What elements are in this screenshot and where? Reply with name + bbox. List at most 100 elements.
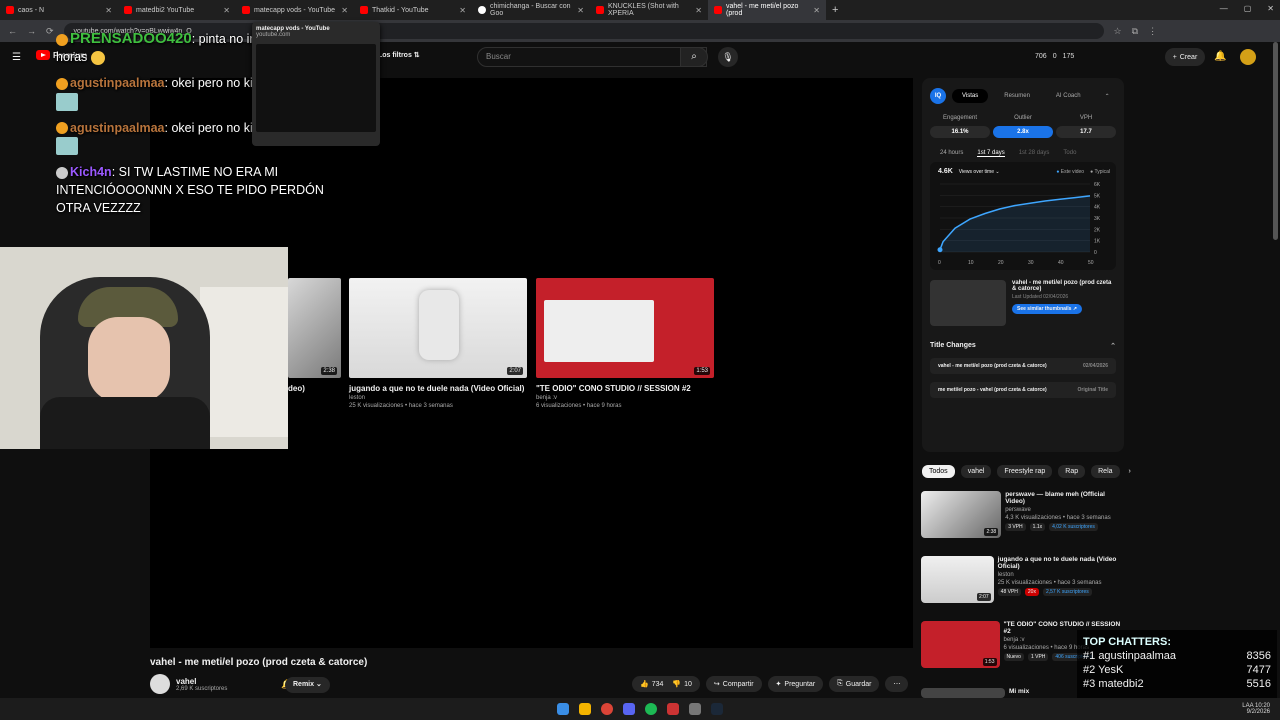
browser-tab-active[interactable]: vahel - me meti/el pozo (prod ✕ xyxy=(708,0,826,20)
metric-outlier: Outlier 2.8x xyxy=(993,115,1053,138)
more-actions-button[interactable]: ⋯ xyxy=(885,676,909,692)
tab-ai-coach[interactable]: AI Coach xyxy=(1046,89,1091,103)
browser-tab[interactable]: Thatkid - YouTube ✕ xyxy=(354,0,472,20)
page-scrollbar[interactable] xyxy=(1273,42,1278,240)
chatter-row: #2 YesK 7477 xyxy=(1083,664,1271,676)
chrome-icon[interactable] xyxy=(601,703,613,715)
sidebar-video[interactable]: 2:07 jugando a que no te duele nada (Vid… xyxy=(921,556,1121,603)
youtube-favicon-icon xyxy=(242,6,250,14)
title-change-row: vahel - me meti/el pozo (prod czeta & ca… xyxy=(930,358,1116,374)
close-tab-icon[interactable]: ✕ xyxy=(341,6,348,15)
hamburger-menu-icon[interactable]: ☰ xyxy=(12,52,21,63)
ask-button[interactable]: ✦ Preguntar xyxy=(767,676,824,692)
chart-xtick-label: 50 xyxy=(1088,260,1094,266)
browser-tab[interactable]: KNUCKLES (Shot with XPERIA ✕ xyxy=(590,0,708,20)
similar-thumbnails-button[interactable]: See similar thumbnails ↗ xyxy=(1012,304,1083,314)
video-title: vahel - me meti/el pozo (prod czeta & ca… xyxy=(150,657,368,668)
save-button[interactable]: ⎘ Guardar xyxy=(829,676,880,692)
extensions-icon[interactable]: ⧉ xyxy=(1132,26,1138,37)
discord-icon[interactable] xyxy=(623,703,635,715)
tab-resumen[interactable]: Resumen xyxy=(994,89,1040,103)
sidebar-video[interactable]: 2:38 perswave — blame meh (Official Vide… xyxy=(921,491,1121,538)
chat-emote-icon xyxy=(56,92,78,111)
close-tab-icon[interactable]: ✕ xyxy=(105,6,112,15)
create-button[interactable]: + Crear xyxy=(1165,48,1205,66)
menu-dots-icon[interactable]: ⋮ xyxy=(1148,26,1157,37)
close-tab-icon[interactable]: ✕ xyxy=(577,6,584,15)
youtube-play-icon xyxy=(36,50,50,60)
browser-tab[interactable]: caos - N ✕ xyxy=(0,0,118,20)
user-avatar[interactable] xyxy=(1240,49,1256,65)
minimize-icon[interactable]: — xyxy=(1220,4,1228,13)
video-thumbnail xyxy=(930,280,1006,326)
new-tab-button[interactable]: + xyxy=(832,4,838,16)
chip-vahel[interactable]: vahel xyxy=(960,465,992,478)
search-button[interactable]: ⌕ xyxy=(680,47,708,67)
close-tab-icon[interactable]: ✕ xyxy=(695,6,702,15)
browser-tab[interactable]: chimichanga - Buscar con Goo ✕ xyxy=(472,0,590,20)
tab-hover-preview: matecapp vods - YouTube youtube.com xyxy=(252,22,380,146)
channel-name[interactable]: vahel xyxy=(176,677,227,686)
file-explorer-icon[interactable] xyxy=(579,703,591,715)
webcam-wall xyxy=(200,287,288,437)
like-button[interactable]: 👍 734 👎 10 xyxy=(632,676,700,692)
notifications-bell-icon[interactable]: 🔔 xyxy=(1214,51,1226,62)
close-window-icon[interactable]: ✕ xyxy=(1267,4,1274,13)
sparkle-icon: ✦ xyxy=(775,681,782,688)
back-icon[interactable]: ← xyxy=(8,26,17,36)
chip-todos[interactable]: Todos xyxy=(922,465,955,478)
close-tab-icon[interactable]: ✕ xyxy=(459,6,466,15)
range-selector: 24 hours 1st 7 days 1st 28 days Todo xyxy=(940,150,1076,157)
chevron-right-icon[interactable]: › xyxy=(1126,465,1134,478)
chat-emote-icon xyxy=(56,137,78,156)
search-input[interactable]: Buscar xyxy=(477,47,707,67)
app-icon[interactable] xyxy=(689,703,701,715)
end-card-channel: leston xyxy=(349,395,366,401)
end-card-title: deo) xyxy=(288,384,305,393)
range-7d[interactable]: 1st 7 days xyxy=(977,150,1005,157)
share-button[interactable]: ↪ Compartir xyxy=(705,676,762,692)
collapse-chevron-icon[interactable]: ⌃ xyxy=(1105,93,1110,100)
spotify-icon[interactable] xyxy=(645,703,657,715)
chip-freestyle[interactable]: Freestyle rap xyxy=(997,465,1053,478)
chatter-row: #3 matedbi2 5516 xyxy=(1083,678,1271,690)
reload-icon[interactable]: ⟳ xyxy=(46,26,54,37)
channel-avatar[interactable] xyxy=(150,674,170,694)
voice-search-button[interactable]: 🎙 xyxy=(718,47,738,67)
range-24h[interactable]: 24 hours xyxy=(940,150,963,157)
obs-icon[interactable] xyxy=(667,703,679,715)
webcam-overlay xyxy=(0,247,288,449)
end-card-channel: benja :v xyxy=(536,395,558,401)
chip-rap[interactable]: Rap xyxy=(1058,465,1086,478)
thumb-title: vahel - me meti/el pozo (prod czeta & ca… xyxy=(1012,280,1112,292)
browser-tab[interactable]: matedbi2 YouTube ✕ xyxy=(118,0,236,20)
collapse-chevron-icon[interactable]: ⌃ xyxy=(1110,342,1116,350)
thumbs-down-icon[interactable]: 👎 xyxy=(672,680,681,688)
end-card-meta: 25 K visualizaciones • hace 3 semanas xyxy=(349,403,453,409)
steam-icon[interactable] xyxy=(711,703,723,715)
range-all[interactable]: Todo xyxy=(1063,150,1076,157)
range-28d[interactable]: 1st 28 days xyxy=(1019,150,1050,157)
tab-vistas[interactable]: Vistas xyxy=(952,89,989,103)
bookmark-star-icon[interactable]: ☆ xyxy=(1114,26,1122,37)
iq-logo: IQ xyxy=(930,88,946,104)
end-card[interactable]: 1:53 "TE ODIO" CONO STUDIO // SESSION #2… xyxy=(536,278,714,409)
remix-button[interactable]: Remix ⌄ xyxy=(285,677,330,693)
chart-ytick-label: 2K xyxy=(1094,227,1101,233)
filters-button[interactable]: Los filtros ⇅ xyxy=(378,51,420,59)
thumb-figures xyxy=(419,290,459,360)
forward-icon[interactable]: → xyxy=(27,26,36,36)
close-tab-icon[interactable]: ✕ xyxy=(223,6,230,15)
thumb-updated: Last Updated 02/04/2026 xyxy=(1012,294,1069,300)
browser-tab[interactable]: matecapp vods - YouTube ✕ xyxy=(236,0,354,20)
end-card-thumbnail: 1:53 xyxy=(536,278,714,378)
chip-related[interactable]: Rela xyxy=(1091,465,1120,478)
maximize-icon[interactable]: ▢ xyxy=(1244,4,1252,13)
end-card[interactable]: 2:07 jugando a que no te duele nada (Vid… xyxy=(349,278,527,409)
start-icon[interactable] xyxy=(557,703,569,715)
chart-ytick-label: 0 xyxy=(1094,250,1097,256)
microphone-icon: 🎙 xyxy=(722,52,734,62)
chart-xtick-label: 40 xyxy=(1058,260,1064,266)
end-card[interactable]: 2:38 deo) xyxy=(288,278,341,393)
close-tab-icon[interactable]: ✕ xyxy=(813,6,820,15)
